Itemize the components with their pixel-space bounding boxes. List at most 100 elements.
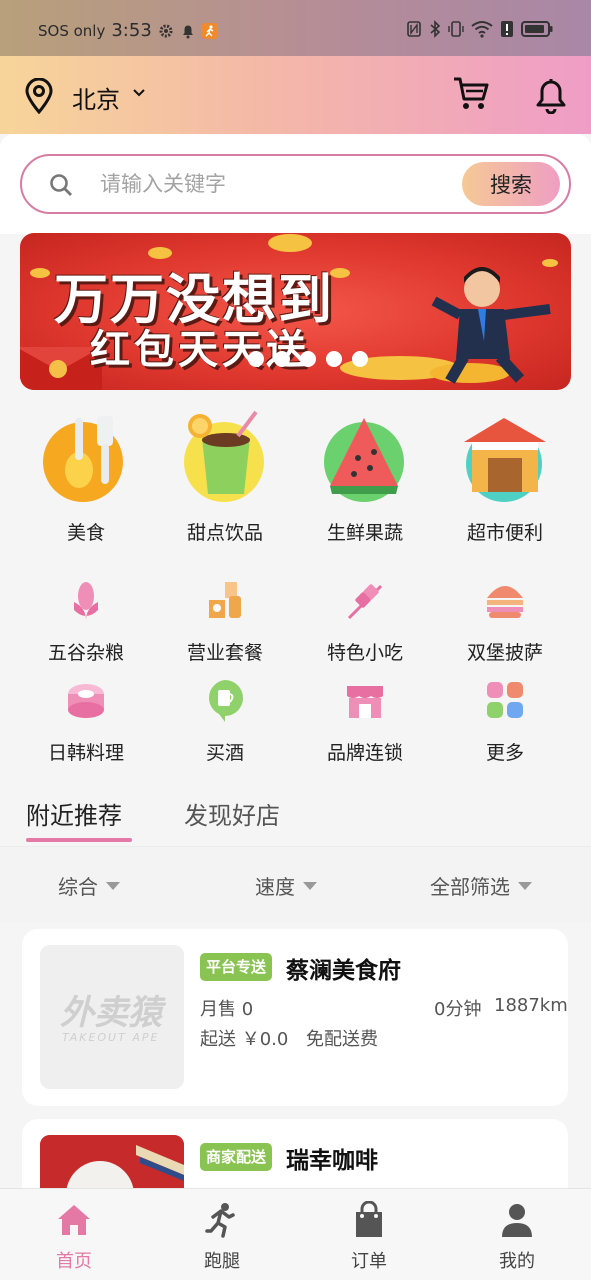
- category-label: 双堡披萨: [466, 642, 543, 664]
- shop-thumbnail: 外卖猿 TAKEOUT APE: [40, 945, 184, 1089]
- cart-icon[interactable]: [452, 74, 490, 112]
- set-meal-icon: [209, 582, 241, 618]
- shop-card[interactable]: 外卖猿 TAKEOUT APE 平台专送 蔡澜美食府 月售 0 0分钟 1887…: [22, 929, 568, 1106]
- nav-orders[interactable]: 订单: [324, 1200, 414, 1273]
- filter-label: 速度: [255, 875, 295, 899]
- search-bar: 搜索: [20, 154, 571, 214]
- settings-icon: [159, 24, 173, 37]
- store-icon: [464, 418, 546, 502]
- nav-profile[interactable]: 我的: [472, 1201, 562, 1273]
- category-more[interactable]: 更多: [440, 678, 570, 765]
- carousel-dot[interactable]: [326, 351, 342, 367]
- bag-icon: [356, 1200, 382, 1237]
- chevron-down-icon[interactable]: [132, 86, 146, 100]
- bell-small-icon: [182, 25, 193, 38]
- bottom-nav: 首页 跑腿 订单 我的: [0, 1188, 591, 1280]
- category-alcohol[interactable]: 买酒: [160, 678, 290, 765]
- carousel-dot[interactable]: [352, 351, 368, 367]
- burger-icon: [487, 586, 523, 618]
- category-label: 甜点饮品: [186, 522, 263, 544]
- user-icon: [502, 1204, 532, 1237]
- category-food[interactable]: 美食: [21, 408, 151, 545]
- home-icon: [58, 1205, 90, 1235]
- caret-down-icon: [518, 881, 532, 890]
- carousel-dot[interactable]: [248, 351, 264, 367]
- shop-tabs: 附近推荐 发现好店: [0, 790, 591, 846]
- tab-nearby[interactable]: 附近推荐: [26, 796, 122, 831]
- search-icon: [50, 174, 72, 196]
- tab-discover[interactable]: 发现好店: [184, 796, 280, 831]
- category-grains[interactable]: 五谷杂粮: [21, 578, 151, 665]
- thumb-logo-text: 外卖猿: [60, 993, 162, 1033]
- search-input[interactable]: [100, 166, 440, 202]
- skewer-icon: [347, 584, 383, 620]
- runner-icon: [205, 1203, 235, 1238]
- delivery-badge: 平台专送: [200, 953, 273, 981]
- category-label: 生鲜果蔬: [326, 522, 403, 544]
- caret-down-icon: [106, 881, 120, 890]
- category-label: 超市便利: [466, 522, 543, 544]
- category-dessert-drinks[interactable]: 甜点饮品: [160, 408, 290, 545]
- watermelon-icon: [324, 418, 404, 502]
- city-selector[interactable]: 北京: [72, 80, 120, 115]
- monthly-sales: 月售 0: [200, 999, 254, 1020]
- delivery-fee: 免配送费: [306, 1029, 378, 1050]
- category-label: 品牌连锁: [326, 742, 403, 764]
- filter-bar: 综合 速度 全部筛选: [0, 846, 591, 922]
- filter-speed[interactable]: 速度: [255, 871, 317, 900]
- wifi-icon: [471, 21, 493, 38]
- promo-banner[interactable]: 万万没想到 红包天天送: [20, 233, 571, 390]
- category-brand-chain[interactable]: 品牌连锁: [300, 678, 430, 765]
- category-burger-pizza[interactable]: 双堡披萨: [440, 578, 570, 665]
- category-label: 美食: [66, 522, 105, 544]
- active-tab-indicator: [26, 838, 132, 842]
- businessman-illustration: [431, 267, 551, 384]
- grid-icon: [487, 682, 523, 718]
- category-label: 更多: [485, 742, 524, 764]
- clock: 3:53: [111, 20, 152, 41]
- nfc-icon: [407, 21, 421, 37]
- thumb-logo-subtext: TAKEOUT APE: [62, 1031, 160, 1044]
- category-label: 日韩料理: [47, 742, 124, 764]
- filter-label: 综合: [58, 875, 98, 899]
- notification-bell-icon[interactable]: [534, 76, 568, 114]
- delivery-badge: 商家配送: [200, 1143, 273, 1171]
- sushi-icon: [68, 684, 104, 718]
- corn-icon: [74, 582, 98, 620]
- category-japanese-korean[interactable]: 日韩料理: [21, 678, 151, 765]
- shop-icon: [347, 686, 383, 718]
- category-label: 特色小吃: [326, 642, 403, 664]
- search-section: 搜索: [0, 134, 591, 234]
- caret-down-icon: [303, 881, 317, 890]
- carousel-dots[interactable]: [248, 351, 368, 367]
- app-runner-icon: [201, 22, 218, 39]
- location-icon[interactable]: [24, 78, 54, 114]
- network-status: SOS only: [38, 21, 106, 40]
- filter-label: 全部筛选: [430, 875, 510, 899]
- category-snacks[interactable]: 特色小吃: [300, 578, 430, 665]
- nav-home[interactable]: 首页: [29, 1201, 119, 1273]
- nav-label: 我的: [499, 1251, 535, 1272]
- nav-label: 跑腿: [204, 1251, 240, 1272]
- category-supermarket[interactable]: 超市便利: [440, 408, 570, 545]
- carousel-dot[interactable]: [274, 351, 290, 367]
- delivery-time: 0分钟: [434, 999, 482, 1020]
- status-bar: SOS only 3:53: [0, 0, 591, 56]
- battery-icon: [521, 21, 553, 37]
- drink-icon: [184, 410, 264, 502]
- category-label: 营业套餐: [186, 642, 263, 664]
- category-set-meal[interactable]: 营业套餐: [160, 578, 290, 665]
- nav-label: 首页: [56, 1251, 92, 1272]
- beer-icon: [209, 680, 243, 722]
- alert-icon: [501, 21, 513, 37]
- min-order: 起送 ￥0.0: [200, 1029, 289, 1050]
- category-fresh-produce[interactable]: 生鲜果蔬: [300, 408, 430, 545]
- nav-label: 订单: [351, 1251, 387, 1272]
- nav-errand[interactable]: 跑腿: [177, 1201, 267, 1273]
- distance: 1887km: [494, 995, 568, 1016]
- filter-comprehensive[interactable]: 综合: [58, 871, 120, 900]
- cutlery-icon: [43, 416, 123, 502]
- carousel-dot[interactable]: [300, 351, 316, 367]
- filter-all[interactable]: 全部筛选: [430, 871, 532, 900]
- search-button[interactable]: 搜索: [462, 162, 560, 206]
